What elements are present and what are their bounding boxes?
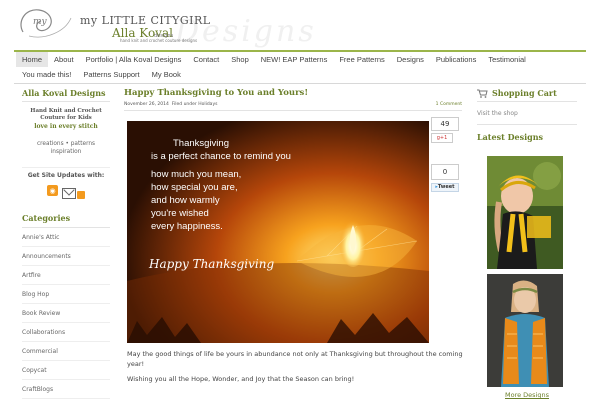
more-designs-link[interactable]: More Designs [505,391,549,399]
sidebar-title: Alla Koval Designs [22,88,110,102]
nav-item-free-patterns[interactable]: Free Patterns [333,52,390,67]
hero-line: every happiness. [151,221,223,232]
post-divider [124,110,462,111]
gplus-button[interactable]: g+1 [431,133,453,143]
design-photo-yellow-hat [487,156,563,269]
category-item[interactable]: Collaborations [22,323,110,342]
logo-tagline: hand knit and crochet couture designs [120,38,198,43]
nav-divider [14,83,586,84]
post-title[interactable]: Happy Thanksgiving to You and Yours! [124,88,462,98]
shopping-cart-icon [477,89,488,98]
hero-greeting: Happy Thanksgiving [149,257,275,271]
nav-item-contact[interactable]: Contact [187,52,225,67]
sidebar-subtitle: Hand Knit and Crochet Couture for Kids [30,108,102,121]
nav-row-1: Home About Portfolio | Alla Koval Designs C… [14,52,586,67]
design-photo-2[interactable] [487,274,563,387]
nav-item-patterns-support[interactable]: Patterns Support [77,67,145,82]
nav-item-you-made-this[interactable]: You made this! [16,67,77,82]
categories-title: Categories [22,213,110,228]
subscribe-icons: ◉ [22,185,110,199]
nav-item-testimonial[interactable]: Testimonial [482,52,532,67]
hero-line: how special you are, [151,182,238,193]
nav-item-about[interactable]: About [48,52,80,67]
tweet-button[interactable]: ▸Tweet [431,183,459,192]
share-widgets: 49 g+1 0 ▸Tweet [431,117,459,192]
hero-line: Thanksgiving [173,138,229,149]
rss-small-icon [77,191,85,199]
hero-line: and how warmly [151,195,220,206]
sidebar-tagline: creations • patterns inspiration [36,141,96,155]
category-item[interactable]: Copycat [22,361,110,380]
category-item[interactable]: Blog Hop [22,285,110,304]
hero-message: Thanksgiving is a perfect chance to remi… [151,137,291,233]
cart-heading: Shopping Cart [477,88,577,102]
categories-list: Annie's Attic Announcements Artfire Blog Ho… [22,228,110,400]
design-photo-orange-vest [487,274,563,387]
tweet-label: Tweet [437,184,455,190]
hero-image: Thanksgiving is a perfect chance to remi… [127,121,429,343]
category-item[interactable]: Book Review [22,304,110,323]
mail-icon [62,188,76,199]
category-item[interactable]: Announcements [22,247,110,266]
right-sidebar: Shopping Cart Visit the shop Latest Desi… [477,88,577,399]
nav-item-publications[interactable]: Publications [430,52,482,67]
site-header: my Designs my LITTLE CITYGIRL Alla Koval… [0,0,600,50]
post-paragraph: May the good things of life be yours in … [127,350,463,368]
post-date-line: November 26, 2014 Filed under Holidays [124,102,217,107]
design-photo-1[interactable] [487,156,563,269]
latest-designs-title: Latest Designs [477,132,544,142]
hero-line: is a perfect chance to remind you [151,151,291,162]
sidebar-slogan: love in every stitch [34,123,98,130]
tweet-count: 0 [431,164,459,180]
nav-item-designs[interactable]: Designs [391,52,430,67]
post-date: November 26, 2014 [124,102,169,107]
post-meta: November 26, 2014 Filed under Holidays 1… [124,102,462,107]
main-nav: Home About Portfolio | Alla Koval Designs C… [14,50,586,84]
hero-line: how much you mean, [151,169,242,180]
main-content: Happy Thanksgiving to You and Yours! Nov… [124,88,463,383]
comments-link[interactable]: 1 Comment [436,102,462,107]
nav-item-portfolio-alla-koval-designs[interactable]: Portfolio | Alla Koval Designs [80,52,188,67]
category-item[interactable]: Annie's Attic [22,228,110,247]
email-subscribe[interactable] [62,185,85,199]
nav-item-shop[interactable]: Shop [225,52,255,67]
updates-label: Get Site Updates with: [22,167,110,179]
category-item[interactable]: CraftBlogs [22,380,110,399]
cart-title: Shopping Cart [492,88,557,98]
category-item[interactable]: Commercial [22,342,110,361]
nav-item-new-eap-patterns[interactable]: NEW! EAP Patterns [255,52,334,67]
hero-line: you're wished [151,208,209,219]
svg-text:my: my [33,17,48,27]
nav-item-home[interactable]: Home [16,52,49,67]
left-sidebar: Alla Koval Designs Hand Knit and Crochet… [22,88,110,400]
visit-shop-link[interactable]: Visit the shop [477,110,577,125]
logo-swirl-icon: my [20,9,72,38]
post-paragraph: Wishing you all the Hope, Wonder, and Jo… [127,375,355,383]
nav-row-2: You made this! Patterns Support My Book [14,67,586,82]
nav-item-my-book[interactable]: My Book [146,67,187,82]
gplus-count: 49 [431,117,459,131]
category-item[interactable]: Artfire [22,266,110,285]
rss-icon[interactable]: ◉ [47,185,58,196]
post-filed[interactable]: Filed under Holidays [172,102,218,107]
